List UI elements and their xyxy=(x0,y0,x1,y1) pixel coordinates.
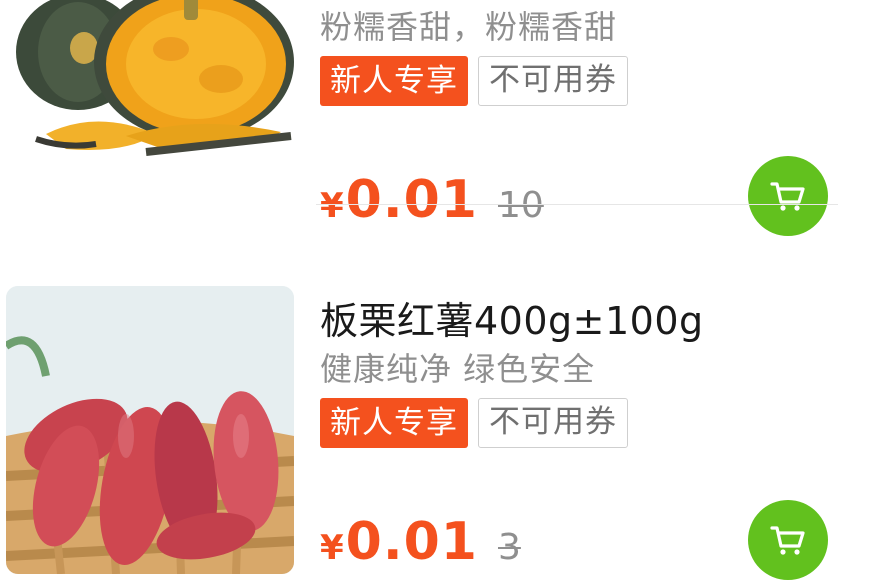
product-title: 板栗红薯400g±100g xyxy=(320,299,704,343)
product-image-pumpkin[interactable] xyxy=(6,0,294,232)
price-row: ¥ 0.01 10 xyxy=(320,170,544,230)
add-to-cart-button[interactable] xyxy=(748,500,828,580)
product-tags: 新人专享 不可用券 xyxy=(320,56,628,106)
price-row: ¥ 0.01 3 xyxy=(320,512,521,572)
no-coupon-tag: 不可用券 xyxy=(478,56,628,106)
product-image-sweet-potato[interactable] xyxy=(6,286,294,574)
new-user-tag: 新人专享 xyxy=(320,56,468,106)
product-subtitle: 粉糯香甜，粉糯香甜 xyxy=(320,8,618,46)
divider xyxy=(316,204,838,205)
product-tags: 新人专享 不可用券 xyxy=(320,398,628,448)
cart-icon xyxy=(770,182,805,211)
product-subtitle: 健康纯净 绿色安全 xyxy=(320,350,596,388)
product-card-pumpkin[interactable]: 粉糯香甜，粉糯香甜 新人专享 不可用券 ¥ 0.01 10 xyxy=(0,0,869,260)
new-user-tag: 新人专享 xyxy=(320,398,468,448)
cart-icon xyxy=(770,526,805,555)
currency-symbol: ¥ xyxy=(320,186,344,226)
sale-price: 0.01 xyxy=(345,170,478,230)
original-price: 3 xyxy=(497,527,521,568)
sale-price: 0.01 xyxy=(345,512,478,572)
no-coupon-tag: 不可用券 xyxy=(478,398,628,448)
currency-symbol: ¥ xyxy=(320,528,344,568)
add-to-cart-button[interactable] xyxy=(748,156,828,236)
product-card-sweet-potato[interactable]: 板栗红薯400g±100g 健康纯净 绿色安全 新人专享 不可用券 ¥ 0.01… xyxy=(0,286,869,584)
original-price: 10 xyxy=(497,185,544,226)
